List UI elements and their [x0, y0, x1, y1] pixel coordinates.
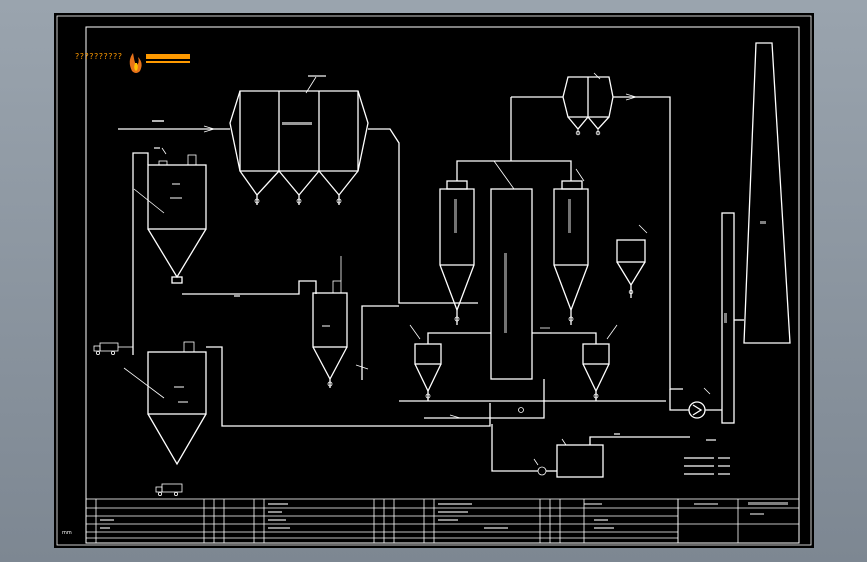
parts-list-table	[85, 498, 679, 544]
hopper-right	[582, 324, 618, 401]
silo-3	[312, 256, 348, 388]
tower-drain	[494, 379, 545, 419]
tower-left-link	[427, 332, 491, 344]
cad-drawing-sheet	[54, 13, 814, 548]
title-block	[584, 498, 800, 544]
logo-caption: ??????????	[75, 52, 123, 61]
conveying-line	[182, 280, 317, 295]
pump-icon	[533, 458, 547, 476]
gas-outlet-line	[368, 128, 478, 304]
fan-suction	[669, 389, 689, 411]
bag-filter-upper	[562, 72, 614, 136]
process-flow-diagram	[56, 15, 812, 546]
silo-1	[133, 154, 207, 284]
silo-2	[123, 341, 207, 466]
truck-icon-2	[155, 483, 183, 496]
silo-1-feed-line	[132, 152, 149, 355]
truck-icon-1	[93, 342, 119, 355]
drawing-footer-code: mm	[62, 530, 72, 536]
hopper-left	[409, 324, 442, 401]
cyclone-right	[553, 168, 589, 325]
water-tank	[556, 433, 690, 478]
upper-filter-outlet	[613, 96, 683, 390]
line-legend	[684, 439, 730, 475]
tower-right-link	[532, 332, 597, 344]
stack-duct	[721, 212, 735, 424]
induced-draft-fan	[688, 387, 711, 419]
tower-top-manifold	[456, 160, 572, 181]
absorber-tower	[490, 160, 533, 380]
bag-filter-main	[229, 75, 369, 205]
pump-suction	[491, 424, 538, 472]
flame-logo-icon	[129, 53, 190, 73]
silo-2-return-line	[206, 346, 491, 427]
chimney-stack	[743, 42, 791, 344]
silo-4	[616, 224, 648, 298]
